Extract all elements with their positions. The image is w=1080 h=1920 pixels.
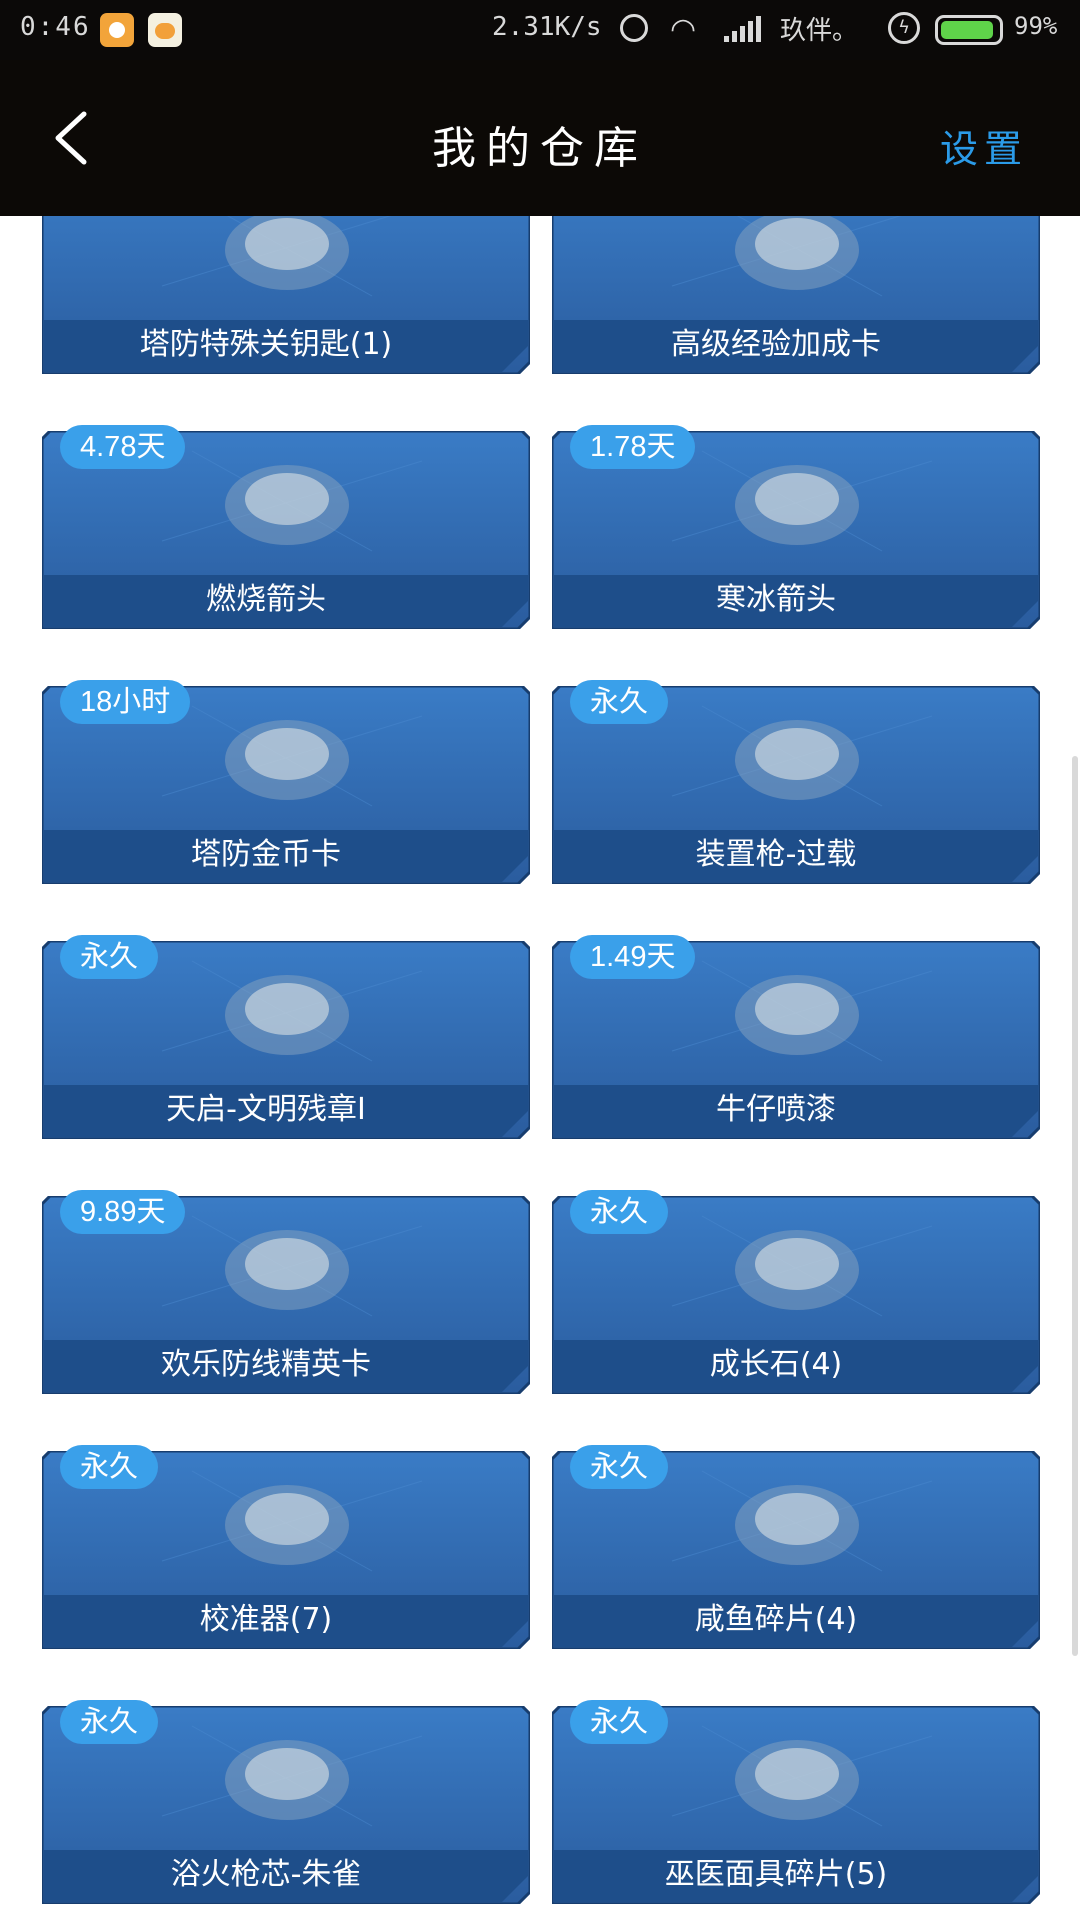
item-name: 欢乐防线精英卡 <box>161 1347 371 1382</box>
item-name: 校准器(7) <box>199 1602 333 1637</box>
scrollbar[interactable] <box>1072 756 1078 1656</box>
item-name: 装置枪-过载 <box>695 837 857 872</box>
ice-arrow-icon <box>735 465 859 545</box>
warehouse-item-card[interactable]: 永久 浴火枪芯-朱雀 <box>42 1700 530 1904</box>
cowboy-spray-icon <box>735 975 859 1055</box>
battery-percent: 99% <box>1014 12 1058 40</box>
status-bar: 0:46 2.31K/s ◠ 玖伴。 ϟ 99% <box>0 0 1080 60</box>
gold-star-exp-icon <box>735 216 859 290</box>
warehouse-item-card[interactable]: 永久 咸鱼碎片(4) <box>552 1445 1040 1649</box>
warehouse-item-card[interactable]: 永久 校准器(7) <box>42 1445 530 1649</box>
device-gun-icon <box>735 720 859 800</box>
arrow-icon <box>225 465 349 545</box>
item-name: 燃烧箭头 <box>206 582 326 617</box>
warehouse-item-card[interactable]: 9.89天 欢乐防线精英卡 <box>42 1190 530 1394</box>
item-name: 寒冰箭头 <box>716 582 836 617</box>
warehouse-grid: 永久 塔防特殊关钥匙(1) 4.98天 <box>0 216 1080 1920</box>
warehouse-item-card[interactable]: 永久 天启-文明残章I <box>42 935 530 1139</box>
item-name: 咸鱼碎片(4) <box>694 1602 858 1637</box>
gun-core-icon <box>225 1740 349 1820</box>
item-name: 成长石(4) <box>709 1347 843 1382</box>
calibrator-icon <box>225 1485 349 1565</box>
salted-fish-fragment-icon <box>735 1485 859 1565</box>
wifi-icon: ◠ <box>670 12 697 47</box>
witch-doctor-mask-fragment-icon <box>735 1740 859 1820</box>
warehouse-item-card[interactable]: 4.78天 燃烧箭头 <box>42 425 530 629</box>
item-name: 牛仔喷漆 <box>716 1092 836 1127</box>
signal-icon <box>724 16 761 42</box>
item-name: 巫医面具碎片(5) <box>664 1857 888 1892</box>
carrier-name: 玖伴。 <box>780 16 859 46</box>
notification-app-icon <box>148 13 182 47</box>
notification-app-icon <box>100 13 134 47</box>
status-time: 0:46 <box>20 12 91 42</box>
alarm-icon <box>620 14 648 42</box>
item-name: 浴火枪芯-朱雀 <box>170 1857 362 1892</box>
charging-icon: ϟ <box>888 12 920 44</box>
battery-fill <box>941 21 994 39</box>
warehouse-item-card[interactable]: 18小时 塔防金币卡 <box>42 680 530 884</box>
page-title: 我的仓库 <box>432 123 648 174</box>
header-bar: 我的仓库 设置 <box>0 60 1080 216</box>
growth-stone-icon <box>735 1230 859 1310</box>
warehouse-item-card[interactable]: 永久 巫医面具碎片(5) <box>552 1700 1040 1904</box>
elite-card-icon <box>225 1230 349 1310</box>
warehouse-item-card[interactable]: 4.98天 高级经验加成卡 <box>552 216 1040 374</box>
gold-coin-card-icon <box>225 720 349 800</box>
battery-icon <box>935 15 1003 45</box>
settings-button[interactable]: 设置 <box>940 118 1028 173</box>
network-speed: 2.31K/s <box>492 12 602 42</box>
warehouse-item-card[interactable]: 1.49天 牛仔喷漆 <box>552 935 1040 1139</box>
crystal-key-icon <box>225 216 349 290</box>
warehouse-item-card[interactable]: 永久 塔防特殊关钥匙(1) <box>42 216 530 374</box>
apocalypse-device-icon <box>225 975 349 1055</box>
warehouse-item-card[interactable]: 永久 成长石(4) <box>552 1190 1040 1394</box>
item-name: 塔防特殊关钥匙(1) <box>139 327 393 362</box>
item-name: 天启-文明残章I <box>166 1092 366 1127</box>
item-name: 高级经验加成卡 <box>671 327 881 362</box>
warehouse-item-card[interactable]: 永久 装置枪-过载 <box>552 680 1040 884</box>
warehouse-item-card[interactable]: 1.78天 寒冰箭头 <box>552 425 1040 629</box>
item-name: 塔防金币卡 <box>191 837 341 872</box>
